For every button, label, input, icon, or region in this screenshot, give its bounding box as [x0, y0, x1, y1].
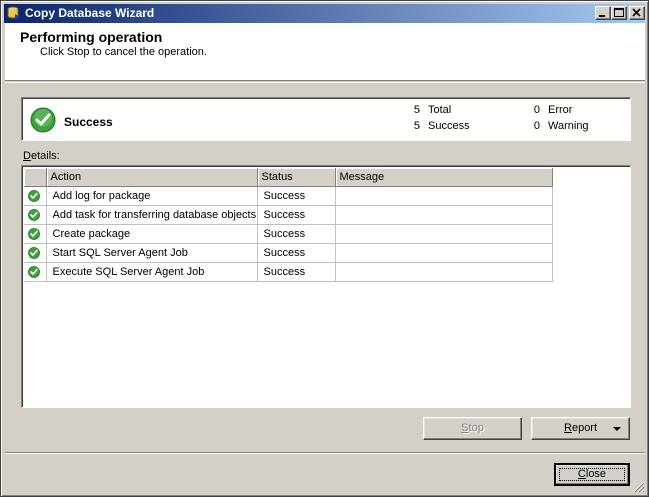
row-status-icon-cell: [24, 224, 47, 244]
success-label: Success: [428, 120, 470, 132]
column-header-message[interactable]: Message: [335, 168, 553, 187]
column-header-icon[interactable]: [24, 168, 47, 187]
row-action: Create package: [46, 224, 258, 244]
total-label: Total: [428, 104, 452, 116]
details-label-text: etails:: [30, 150, 60, 162]
table-header-row: Action Status Message: [24, 168, 553, 187]
row-status-icon-cell: [24, 243, 47, 263]
stop-button[interactable]: Stop: [423, 417, 522, 440]
row-status: Success: [257, 224, 336, 244]
page-title: Performing operation: [20, 29, 163, 45]
stop-accel: S: [461, 422, 469, 434]
dropdown-arrow-icon: [613, 427, 621, 431]
row-status-icon-cell: [24, 205, 47, 225]
report-accel: R: [564, 422, 572, 434]
row-message: [335, 243, 553, 263]
details-label: Details:: [23, 150, 60, 162]
row-message: [335, 186, 553, 206]
row-status: Success: [257, 262, 336, 282]
success-icon: [30, 107, 56, 133]
row-status: Success: [257, 186, 336, 206]
error-count: 0: [533, 104, 540, 116]
warning-count: 0: [533, 120, 540, 132]
success-icon: [28, 227, 40, 240]
minimize-icon: [599, 15, 605, 17]
table-row[interactable]: Start SQL Server Agent Job Success: [24, 243, 553, 263]
table-row[interactable]: Execute SQL Server Agent Job Success: [24, 262, 553, 282]
table-row[interactable]: Create package Success: [24, 224, 553, 244]
header-divider: [5, 82, 645, 83]
row-status-icon-cell: [24, 186, 47, 206]
details-grid[interactable]: Action Status Message Add log for packag…: [21, 165, 631, 408]
success-icon: [28, 246, 40, 259]
warning-label: Warning: [548, 120, 589, 132]
summary-panel: Success 5 Total 5 Success 0 Error 0 Warn…: [21, 97, 631, 141]
focus-rectangle: [559, 468, 625, 481]
page-subtitle: Click Stop to cancel the operation.: [40, 46, 207, 58]
error-label: Error: [548, 104, 573, 116]
row-message: [335, 224, 553, 244]
close-icon: [632, 8, 641, 17]
row-action: Add task for transferring database objec…: [46, 205, 258, 225]
copy-database-wizard-window: Copy Database Wizard Performing operatio…: [0, 0, 649, 497]
maximize-icon: [614, 8, 624, 17]
stop-label: top: [468, 422, 484, 434]
row-action: Start SQL Server Agent Job: [46, 243, 258, 263]
row-status: Success: [257, 205, 336, 225]
details-accel: D: [23, 150, 31, 162]
row-message: [335, 262, 553, 282]
details-table: Action Status Message Add log for packag…: [24, 168, 553, 282]
success-icon: [28, 265, 40, 278]
window-title: Copy Database Wizard: [25, 6, 155, 20]
footer-divider-highlight: [5, 453, 645, 454]
maximize-button[interactable]: [611, 6, 627, 20]
row-status: Success: [257, 243, 336, 263]
resize-grip-icon[interactable]: [633, 481, 645, 493]
column-header-action[interactable]: Action: [46, 168, 258, 187]
success-icon: [28, 189, 40, 202]
database-icon: [7, 6, 20, 20]
row-action: Execute SQL Server Agent Job: [46, 262, 258, 282]
minimize-button[interactable]: [595, 6, 611, 20]
total-count: 5: [413, 104, 420, 116]
header-panel: Performing operation Click Stop to cance…: [5, 23, 645, 81]
column-header-status[interactable]: Status: [257, 168, 336, 187]
row-action: Add log for package: [46, 186, 258, 206]
table-row[interactable]: Add log for package Success: [24, 186, 553, 206]
report-label: eport: [571, 422, 598, 434]
close-window-button[interactable]: [629, 6, 645, 20]
report-button[interactable]: Report: [531, 417, 630, 440]
row-status-icon-cell: [24, 262, 47, 282]
title-bar[interactable]: Copy Database Wizard: [4, 4, 645, 23]
success-count: 5: [413, 120, 420, 132]
close-button[interactable]: Close: [554, 463, 630, 486]
success-icon: [28, 208, 40, 221]
summary-status: Success: [64, 115, 113, 129]
row-message: [335, 205, 553, 225]
table-row[interactable]: Add task for transferring database objec…: [24, 205, 553, 225]
